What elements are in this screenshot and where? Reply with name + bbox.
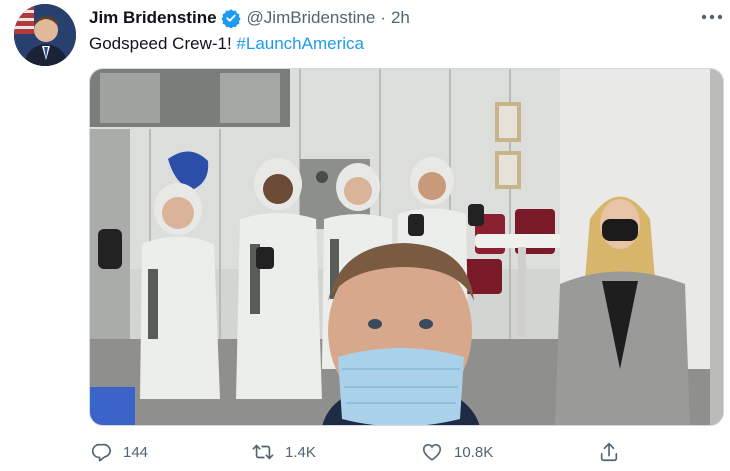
reply-count: 144 bbox=[123, 443, 149, 461]
tweet-card[interactable]: Jim Bridenstine @JimBridenstine · 2h God… bbox=[0, 0, 730, 471]
tweet-text-body: Godspeed Crew-1! bbox=[89, 34, 237, 53]
reply-icon bbox=[89, 440, 113, 464]
retweet-count: 1.4K bbox=[285, 443, 316, 461]
reply-button[interactable]: 144 bbox=[89, 438, 148, 466]
tweet-header: Jim Bridenstine @JimBridenstine · 2h bbox=[89, 7, 410, 29]
share-icon bbox=[597, 440, 621, 464]
like-button[interactable]: 10.8K bbox=[420, 438, 493, 466]
retweet-icon bbox=[251, 440, 275, 464]
verified-badge-icon bbox=[220, 8, 241, 29]
separator-dot: · bbox=[380, 8, 386, 27]
tweet-text: Godspeed Crew-1! #LaunchAmerica bbox=[89, 34, 364, 54]
handle[interactable]: @JimBridenstine bbox=[247, 8, 376, 28]
heart-icon bbox=[420, 440, 444, 464]
timestamp[interactable]: 2h bbox=[391, 8, 410, 28]
like-count: 10.8K bbox=[454, 443, 494, 461]
tweet-photo[interactable] bbox=[89, 68, 724, 426]
tweet-actions: 144 1.4K 10.8K bbox=[89, 438, 629, 466]
hashtag-link[interactable]: #LaunchAmerica bbox=[236, 34, 364, 53]
retweet-button[interactable]: 1.4K bbox=[251, 438, 316, 466]
share-button[interactable] bbox=[597, 438, 631, 466]
avatar[interactable] bbox=[14, 4, 76, 66]
more-options-icon[interactable] bbox=[700, 8, 724, 26]
display-name[interactable]: Jim Bridenstine bbox=[89, 8, 217, 28]
